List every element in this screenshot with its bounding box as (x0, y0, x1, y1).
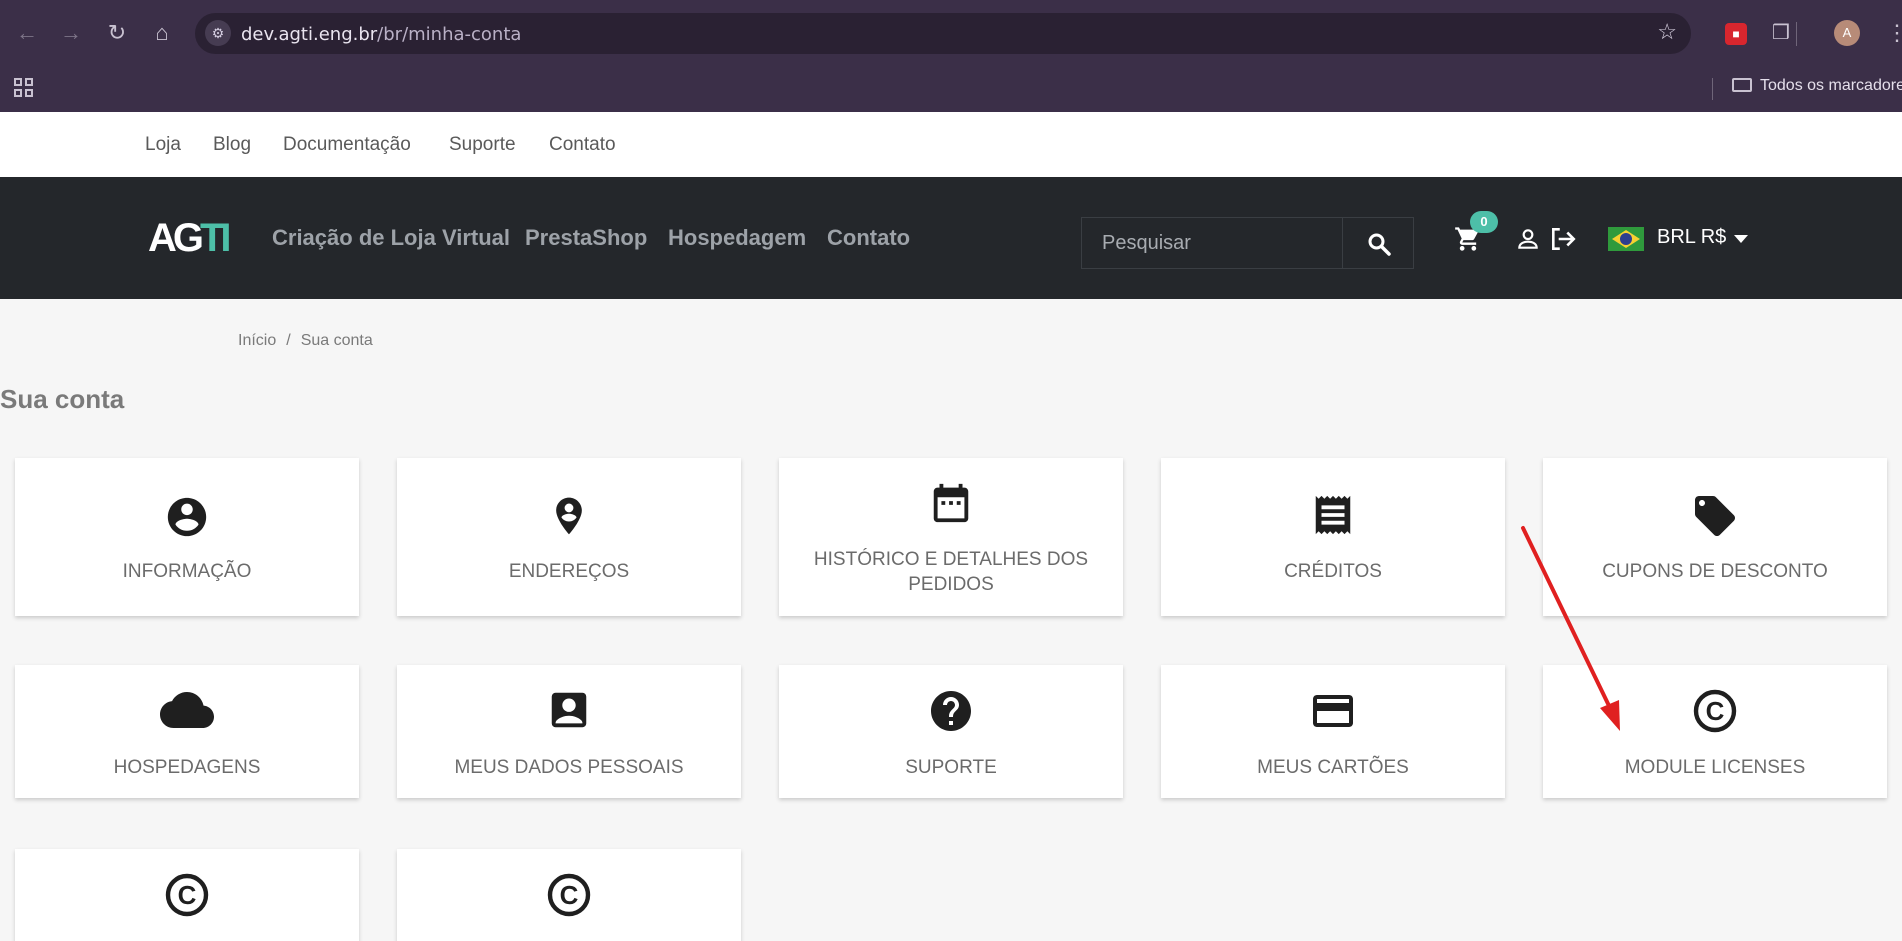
cloud-icon (15, 687, 359, 733)
toolbar-divider (1796, 22, 1797, 46)
breadcrumb-home[interactable]: Início (238, 332, 276, 349)
account-circle-icon (15, 494, 359, 540)
credit-card-icon (1161, 687, 1505, 735)
card-label: HISTÓRICO E DETALHES DOS PEDIDOS (813, 549, 1089, 595)
extension-icon[interactable]: ■ (1725, 23, 1747, 45)
card-label: CUPONS DE DESCONTO (1602, 561, 1828, 582)
puzzle-icon[interactable]: ❒ (1768, 20, 1794, 46)
help-circle-icon (779, 687, 1123, 735)
card-hospedagens[interactable]: HOSPEDAGENS (15, 665, 359, 798)
top-link-blog[interactable]: Blog (213, 134, 251, 156)
user-icon[interactable] (1515, 226, 1541, 257)
calendar-icon (779, 480, 1123, 526)
card-suporte[interactable]: SUPORTE (779, 665, 1123, 798)
logo-part-ag: AG (148, 216, 204, 260)
card-label: ENDEREÇOS (508, 561, 630, 582)
contact-card-icon (397, 687, 741, 733)
top-link-contato[interactable]: Contato (549, 134, 616, 156)
card-label: SUPORTE (905, 757, 997, 778)
browser-chrome: ← → ↻ ⌂ ⚙ dev.agti.eng.br/br/minha-conta… (0, 0, 1902, 112)
star-icon[interactable]: ☆ (1657, 19, 1677, 45)
address-bar[interactable]: ⚙ dev.agti.eng.br/br/minha-conta ☆ (195, 13, 1691, 54)
url-path: /br/minha-conta (377, 24, 522, 45)
chevron-down-icon[interactable] (1734, 235, 1748, 243)
card-label: CRÉDITOS (1284, 561, 1382, 582)
receipt-icon (1161, 492, 1505, 538)
site-settings-icon[interactable]: ⚙ (205, 20, 231, 46)
copyright-icon: C (397, 871, 741, 919)
brazil-flag-icon[interactable] (1608, 227, 1644, 251)
svg-text:C: C (560, 880, 579, 910)
copyright-icon: C (1543, 687, 1887, 735)
card-creditos[interactable]: CRÉDITOS (1161, 458, 1505, 616)
url-domain: dev.agti.eng.br (241, 24, 378, 45)
site-logo[interactable]: AGTI (148, 216, 231, 261)
card-enderecos[interactable]: ENDEREÇOS (397, 458, 741, 616)
tag-icon (1543, 492, 1887, 540)
location-pin-icon (397, 492, 741, 540)
url-text: dev.agti.eng.br/br/minha-conta (241, 24, 521, 45)
folder-icon (1732, 78, 1752, 92)
card-label: HOSPEDAGENS (113, 757, 261, 778)
svg-text:C: C (178, 880, 197, 910)
reload-icon[interactable]: ↻ (104, 20, 130, 46)
breadcrumb-separator: / (286, 332, 291, 349)
card-informacao[interactable]: INFORMAÇÃO (15, 458, 359, 616)
breadcrumb-current: Sua conta (300, 332, 373, 349)
avatar[interactable]: A (1834, 20, 1860, 46)
breadcrumb: Início / Sua conta (238, 332, 383, 350)
top-links-bar: Loja Blog Documentação Suporte Contato (0, 112, 1902, 177)
search-box (1081, 217, 1414, 269)
home-icon[interactable]: ⌂ (149, 20, 175, 46)
card-label: MEUS DADOS PESSOAIS (454, 757, 684, 778)
svg-text:C: C (1706, 696, 1725, 726)
copyright-icon: C (15, 871, 359, 919)
search-input[interactable] (1082, 218, 1342, 268)
bookmarks-folder-label: Todos os marcadores (1760, 77, 1902, 94)
apps-grid-icon[interactable] (14, 78, 34, 98)
top-link-suporte[interactable]: Suporte (449, 134, 516, 156)
card-meus-dados[interactable]: MEUS DADOS PESSOAIS (397, 665, 741, 798)
card-license-extra-2[interactable]: C (397, 849, 741, 941)
top-link-loja[interactable]: Loja (145, 134, 181, 156)
page-title: Sua conta (0, 384, 125, 414)
card-meus-cartoes[interactable]: MEUS CARTÕES (1161, 665, 1505, 798)
card-label: MEUS CARTÕES (1257, 757, 1409, 778)
search-icon (1368, 233, 1391, 256)
kebab-menu-icon[interactable]: ⋮ (1886, 20, 1902, 46)
nav-prestashop[interactable]: PrestaShop (525, 225, 647, 251)
card-license-extra-1[interactable]: C (15, 849, 359, 941)
back-icon[interactable]: ← (14, 20, 40, 46)
logo-part-ti: TI (200, 216, 231, 260)
card-label: INFORMAÇÃO (122, 561, 252, 582)
logout-icon[interactable] (1549, 226, 1577, 257)
nav-criacao-loja[interactable]: Criação de Loja Virtual (272, 225, 510, 251)
nav-hospedagem[interactable]: Hospedagem (668, 225, 806, 251)
bookmarks-bar: Todos os marcadores (0, 66, 1902, 112)
browser-toolbar: ← → ↻ ⌂ ⚙ dev.agti.eng.br/br/minha-conta… (0, 0, 1902, 66)
bookmarks-divider (1712, 78, 1713, 100)
card-cupons-desconto[interactable]: CUPONS DE DESCONTO (1543, 458, 1887, 616)
search-button[interactable] (1342, 218, 1414, 268)
bookmarks-folder[interactable]: Todos os marcadores (1732, 77, 1902, 95)
card-module-licenses[interactable]: C MODULE LICENSES (1543, 665, 1887, 798)
card-label: MODULE LICENSES (1624, 757, 1806, 778)
top-link-documentacao[interactable]: Documentação (283, 134, 411, 156)
nav-contato[interactable]: Contato (827, 225, 910, 251)
site-header: AGTI Criação de Loja Virtual PrestaShop … (0, 177, 1902, 299)
card-historico-pedidos[interactable]: HISTÓRICO E DETALHES DOS PEDIDOS (779, 458, 1123, 616)
cart-count-badge: 0 (1470, 211, 1498, 233)
forward-icon[interactable]: → (58, 20, 84, 46)
currency-selector[interactable]: BRL R$ (1657, 226, 1726, 249)
